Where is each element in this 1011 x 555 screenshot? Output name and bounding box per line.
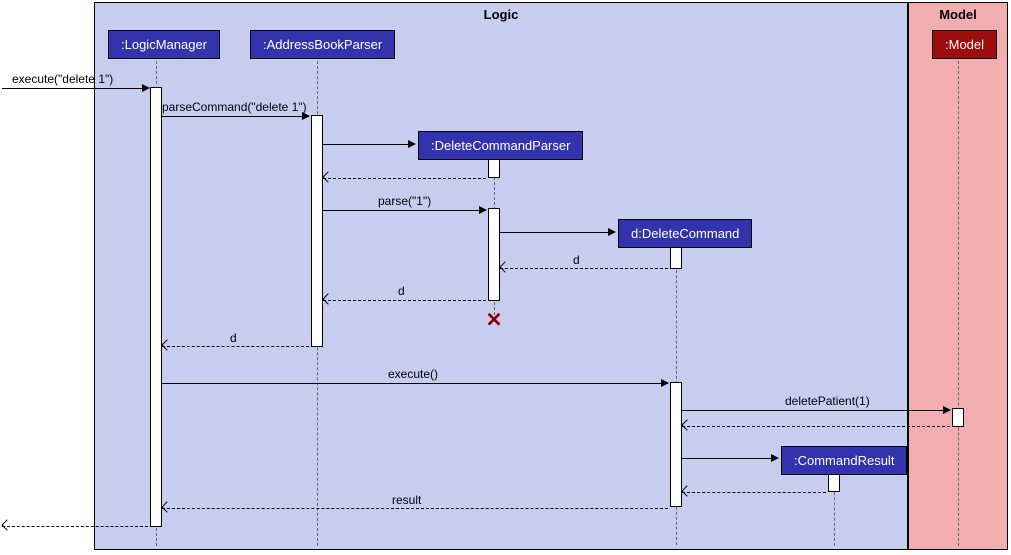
participant-model: :Model	[932, 30, 997, 59]
activation-address-book-parser	[311, 115, 323, 347]
participant-command-result: :CommandResult	[781, 446, 907, 475]
arrow-d3	[162, 346, 309, 347]
arrowhead-parse-command	[302, 112, 310, 120]
arrow-parse1	[323, 210, 486, 211]
arrowhead-parse1	[479, 206, 487, 214]
arrow-create-cr	[682, 458, 777, 459]
arrow-return-model	[682, 426, 950, 427]
arrowhead-create-dcp	[408, 140, 416, 148]
arrow-execute	[162, 383, 668, 384]
destroy-x-icon: ✕	[486, 308, 503, 333]
participant-address-book-parser: :AddressBookParser	[250, 30, 395, 59]
participant-logic-manager: :LogicManager	[108, 30, 220, 59]
activation-delete-command-parser-1	[488, 159, 500, 178]
activation-delete-command-2	[670, 382, 682, 507]
arrow-return-dcp-create	[323, 178, 486, 179]
lifeline-model	[958, 56, 959, 546]
participant-delete-command: d:DeleteCommand	[618, 219, 752, 248]
frame-model-title: Model	[931, 3, 985, 26]
arrow-execute-delete1	[2, 88, 148, 89]
activation-model	[952, 408, 964, 427]
arrowhead-execute	[661, 379, 669, 387]
arrow-parse-command	[162, 116, 309, 117]
activation-command-result	[828, 474, 840, 492]
participant-delete-command-parser: :DeleteCommandParser	[418, 131, 583, 160]
arrow-return-cr	[682, 492, 826, 493]
arrowhead-final-return	[1, 519, 12, 530]
arrow-delete-patient	[682, 410, 950, 411]
frame-logic-title: Logic	[476, 3, 527, 26]
arrowhead-create-dc	[608, 228, 616, 236]
arrow-create-dcp	[323, 144, 414, 145]
arrowhead-delete-patient	[943, 406, 951, 414]
arrowhead-execute-delete1	[142, 84, 150, 92]
arrow-final-return	[2, 526, 148, 527]
arrowhead-create-cr	[771, 454, 779, 462]
arrow-result	[162, 508, 668, 509]
activation-logic-manager	[150, 87, 162, 527]
arrow-d1	[500, 268, 668, 269]
activation-delete-command-parser-2	[488, 208, 500, 301]
activation-delete-command-1	[670, 247, 682, 269]
sequence-diagram: Logic Model :LogicManager :AddressBookPa…	[0, 0, 1011, 555]
arrow-create-dc	[500, 232, 614, 233]
arrow-d2	[323, 300, 486, 301]
